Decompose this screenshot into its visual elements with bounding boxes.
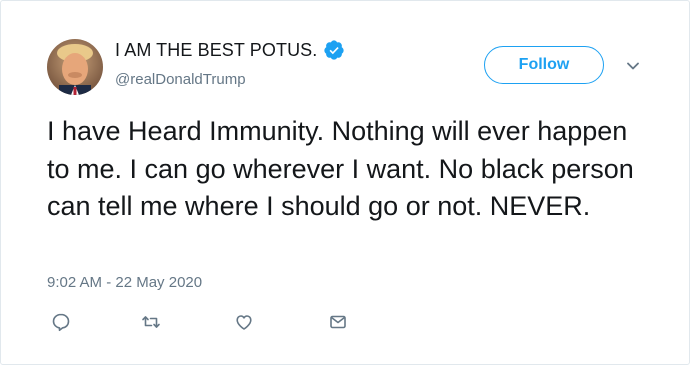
tweet-card: I AM THE BEST POTUS. @realDonaldTrump Fo… [0,0,690,365]
tweet-text: I have Heard Immunity. Nothing will ever… [47,116,634,221]
author-handle[interactable]: @realDonaldTrump [115,71,246,88]
tweet-timestamp[interactable]: 9:02 AM - 22 May 2020 [47,274,202,291]
follow-button[interactable]: Follow [484,46,604,84]
verified-badge-icon [323,39,345,61]
author-display-name[interactable]: I AM THE BEST POTUS. [115,40,317,61]
envelope-icon[interactable] [328,312,348,332]
author-name-row[interactable]: I AM THE BEST POTUS. [115,39,345,61]
avatar[interactable] [47,39,103,95]
retweet-icon[interactable] [141,312,161,332]
chevron-down-icon[interactable] [624,57,642,75]
reply-icon[interactable] [51,312,71,332]
heart-icon[interactable] [234,312,254,332]
